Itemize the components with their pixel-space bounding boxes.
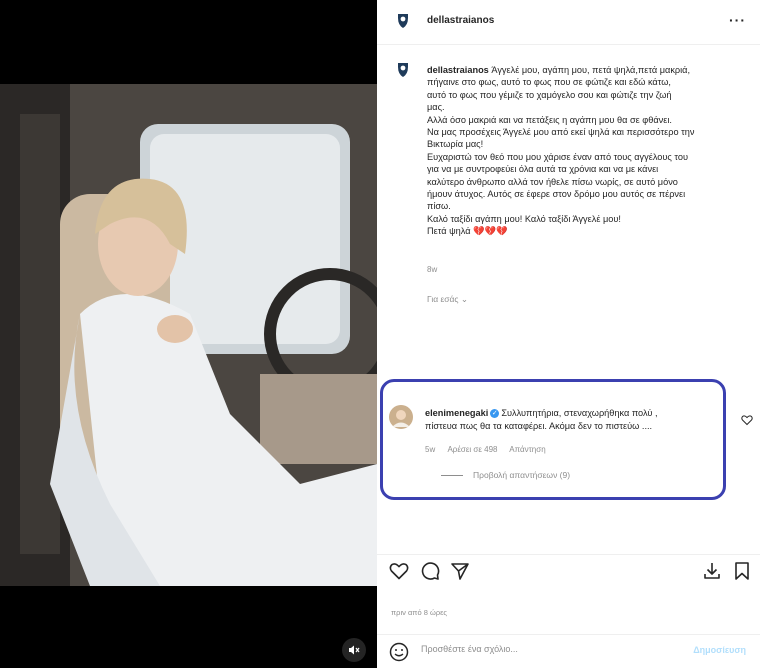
post-media[interactable] — [0, 0, 377, 668]
caption-line: για να με συντροφεύει όλα αυτά τα χρόνια… — [427, 164, 659, 175]
comment-input[interactable] — [421, 644, 681, 654]
heart-icon[interactable] — [741, 414, 753, 426]
mute-button[interactable] — [342, 638, 366, 662]
caption-line: Αλλά όσο μακριά και να πετάξεις η αγάπη … — [427, 114, 672, 125]
caption-line: Πετά ψηλά 💔💔💔 — [427, 226, 508, 237]
post-header: dellastraianos ··· — [377, 0, 760, 45]
view-replies-button[interactable]: Προβολή απαντήσεων (9) — [441, 470, 570, 480]
caption-text: dellastraianos Άγγελέ μου, αγάπη μου, πε… — [427, 64, 753, 238]
caption-line: ήμουν άτυχος. Αυτός σε έφερε στον δρόμο … — [427, 189, 686, 200]
caption-line: μας. — [427, 102, 445, 113]
caption-line: Ευχαριστώ τον θεό που μου χάρισε έναν απ… — [427, 151, 689, 162]
heart-icon[interactable] — [389, 561, 409, 581]
comment-text: elenimenegaki ✓ Συλλυπητήρια, στεναχωρήθηκ… — [425, 408, 658, 431]
verified-icon: ✓ — [490, 409, 500, 419]
caption-line: καλύτερο άνθρωπο αλλά τον ήθελε πίσω νωρ… — [427, 176, 678, 187]
profile-logo-icon — [392, 10, 414, 32]
post-photo[interactable] — [0, 84, 377, 586]
comment-meta: 5w Αρέσει σε 498 Απάντηση — [425, 445, 556, 454]
header-username[interactable]: dellastraianos — [427, 15, 494, 26]
caption-line: αυτό το φως που γέμιζε το χαμόγελο σου κ… — [427, 89, 672, 100]
caption-line: Καλό ταξίδι αγάπη μου! Καλό ταξίδι Άγγελ… — [427, 213, 621, 224]
speaker-muted-icon — [349, 645, 360, 655]
comment-likes[interactable]: Αρέσει σε 498 — [447, 445, 497, 454]
bookmark-icon[interactable] — [732, 561, 752, 581]
comment-username[interactable]: elenimenegaki — [425, 408, 488, 418]
action-bar — [377, 554, 760, 584]
more-options-button[interactable]: ··· — [729, 12, 746, 28]
add-comment-bar: Δημοσίευση — [377, 634, 760, 668]
share-icon[interactable] — [450, 561, 470, 581]
post-timestamp: πριν από 8 ώρες — [391, 608, 448, 617]
comment-icon[interactable] — [420, 561, 440, 581]
caption-username[interactable]: dellastraianos — [427, 65, 489, 75]
emoji-icon[interactable] — [389, 642, 409, 662]
publish-button[interactable]: Δημοσίευση — [693, 645, 746, 655]
chevron-down-icon: ⌄ — [460, 294, 469, 304]
comment-timestamp: 5w — [425, 445, 436, 454]
caption-line: πήγαινε στο φως, αυτό το φως που σε φώτι… — [427, 77, 671, 88]
caption-timestamp: 8w — [427, 265, 438, 274]
divider — [441, 474, 463, 476]
comment-avatar[interactable] — [389, 405, 413, 429]
reply-button[interactable]: Απάντηση — [509, 445, 545, 454]
profile-logo-icon — [392, 59, 414, 81]
download-icon[interactable] — [702, 561, 722, 581]
caption-line: dellastraianos Άγγελέ μου, αγάπη μου, πε… — [427, 65, 691, 75]
caption-line: πίσω. — [427, 201, 451, 212]
post-panel: dellastraianos ··· dellastraianos Άγγελέ… — [377, 0, 760, 668]
caption-line: Βικτωρία μας! — [427, 139, 484, 150]
caption-line: Να μας προσέχεις Άγγελέ μου από εκεί ψηλ… — [427, 127, 695, 138]
for-you-link[interactable]: Για εσάς ⌄ — [427, 294, 468, 305]
avatar[interactable] — [391, 9, 415, 33]
highlight-box — [380, 379, 726, 500]
user-photo-icon — [389, 405, 413, 429]
photo-illustration — [0, 84, 377, 586]
caption-avatar[interactable] — [391, 58, 415, 82]
